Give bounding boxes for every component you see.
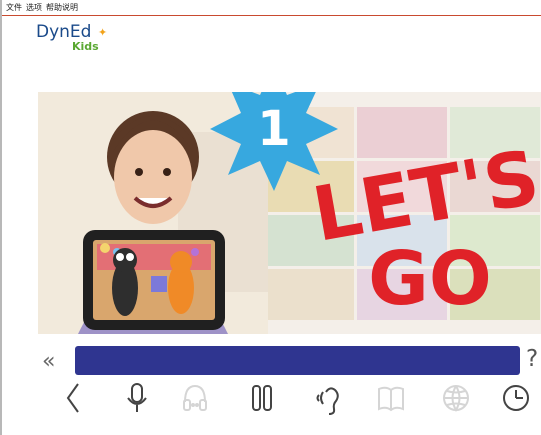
logo-brand: DynEd — [36, 22, 92, 42]
lesson-number: 1 — [257, 101, 290, 157]
headphones-icon — [183, 384, 207, 411]
lesson-title: LET'S GO — [310, 144, 541, 321]
ear-button[interactable] — [313, 378, 347, 418]
microphone-button[interactable] — [120, 378, 154, 418]
tablet-illustration — [83, 230, 225, 330]
microphone-icon — [127, 383, 147, 412]
lesson-title-line-2: GO — [368, 236, 492, 321]
pause-button[interactable] — [245, 378, 279, 418]
menu-file[interactable]: 文件 — [6, 2, 22, 13]
window-frame-left — [0, 0, 2, 435]
rewind-button[interactable]: « — [42, 349, 55, 374]
ear-icon — [316, 387, 339, 415]
menu-help[interactable]: 帮助说明 — [46, 2, 78, 13]
menu-bar: 文件 选项 帮助说明 — [2, 0, 541, 16]
globe-icon — [443, 385, 469, 412]
globe-button[interactable] — [439, 378, 473, 418]
help-button[interactable]: ? — [526, 346, 538, 372]
lesson-scene: 1 LET'S GO — [38, 92, 541, 334]
logo-sparkle-icon: ✦ — [98, 26, 108, 39]
menu-options[interactable]: 选项 — [26, 2, 42, 13]
progress-bar — [75, 346, 520, 375]
pause-icon — [252, 385, 272, 411]
dyned-kids-logo: DynEd ✦ Kids — [36, 22, 116, 54]
clock-icon — [503, 385, 529, 411]
book-icon — [378, 386, 404, 412]
book-button[interactable] — [374, 378, 408, 418]
headphones-button[interactable] — [178, 378, 212, 418]
clock-button[interactable] — [499, 378, 533, 418]
back-icon — [66, 383, 79, 413]
back-button[interactable] — [57, 378, 91, 418]
logo-kids: Kids — [72, 40, 99, 53]
